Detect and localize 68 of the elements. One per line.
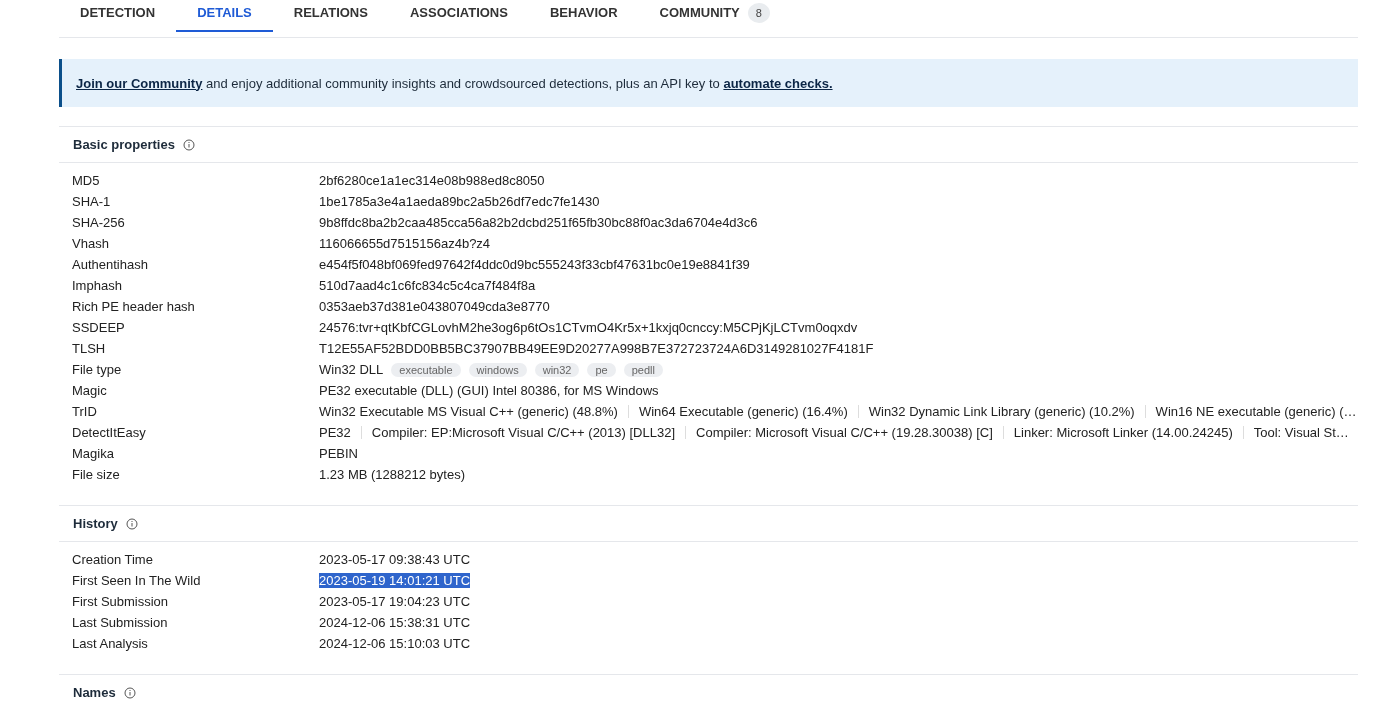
property-value: Tool: Visual St… <box>1253 425 1349 440</box>
property-label: SHA-256 <box>71 215 126 230</box>
property-label: Rich PE header hash <box>71 299 196 314</box>
info-icon <box>182 138 195 151</box>
property-label: File size <box>71 467 121 482</box>
tab[interactable]: BEHAVIOR <box>528 0 639 32</box>
property-value: Win32 DLL <box>319 362 384 377</box>
property-value: PE32 executable (DLL) (GUI) Intel 80386, for MS Windows <box>319 383 659 398</box>
tab[interactable]: RELATIONS <box>272 0 389 32</box>
property-value: PE32 <box>319 425 351 440</box>
property-label: Magic <box>71 383 108 398</box>
property-value: 510d7aad4c1c6fc834c5c4ca7f484f8a <box>319 278 536 293</box>
property-value: 9b8ffdc8ba2b2caa485cca56a82b2dcbd251f65fb30bc88f0ac3da6704e4d3c6 <box>319 215 758 230</box>
tag[interactable]: windows <box>468 362 527 377</box>
property-value: Win16 NE executable (generic) (… <box>1155 404 1357 419</box>
property-label: DetectItEasy <box>71 425 147 440</box>
property-label: Last Analysis <box>71 636 149 651</box>
property-value: 0353aeb37d381e043807049cda3e8770 <box>319 299 550 314</box>
property-value: Win64 Executable (generic) (16.4%) <box>638 404 848 419</box>
property-label: Imphash <box>71 278 123 293</box>
property-value: 2023-05-19 14:01:21 UTC <box>319 573 471 588</box>
tab[interactable]: ASSOCIATIONS <box>388 0 529 32</box>
link[interactable]: Join our Community <box>76 75 203 91</box>
property-value: 2023-05-17 19:04:23 UTC <box>319 594 471 609</box>
tag[interactable]: pedll <box>623 362 663 377</box>
property-label: First Submission <box>71 594 170 609</box>
tag[interactable]: pe <box>587 362 616 377</box>
property-value: 1be1785a3e4a1aeda89bc2a5b26df7edc7fe1430 <box>319 194 600 209</box>
property-label: TLSH <box>71 341 107 356</box>
property-label: MD5 <box>71 173 101 188</box>
section-title: Basic properties <box>73 137 175 152</box>
property-value: e454f5f048bf069fed97642f4ddc0d9bc555243f33cbf47631bc0e19e8841f39 <box>319 257 750 272</box>
property-value: Win32 Executable MS Visual C++ (generic) (48.8%) <box>319 404 618 419</box>
section-title: Names <box>73 685 116 700</box>
count-badge: 8 <box>747 3 770 23</box>
tag[interactable]: win32 <box>534 362 580 377</box>
property-value: 116066655d7515156az4b?z4 <box>319 236 491 251</box>
property-value: PEBIN <box>319 446 358 461</box>
tab[interactable]: DETECTION <box>59 0 177 32</box>
property-label: SHA-1 <box>71 194 112 209</box>
property-value: 2bf6280ce1a1ec314e08b988ed8c8050 <box>319 173 545 188</box>
property-label: First Seen In The Wild <box>71 573 202 588</box>
tag[interactable]: executable <box>391 362 461 377</box>
property-value: Compiler: Microsoft Visual C/C++ (19.28.30038) [C] <box>696 425 993 440</box>
property-value: 24576:tvr+qtKbfCGLovhM2he3og6p6tOs1CTvmO4Kr5x+1kxjq0cnccy:M5CPjKjLCTvm0oqxdv <box>319 320 858 335</box>
property-value: T12E55AF52BDD0BB5BC37907BB49EE9D20277A998B7E372723724A6D3149281027F4181F <box>319 341 874 356</box>
property-value: Compiler: EP:Microsoft Visual C/C++ (2013) [DLL32] <box>371 425 676 440</box>
link[interactable]: automate checks. <box>723 75 833 91</box>
property-label: Vhash <box>71 236 110 251</box>
property-value: 2024-12-06 15:10:03 UTC <box>319 636 471 651</box>
section-title: History <box>73 516 118 531</box>
info-icon <box>125 517 138 530</box>
property-label: Creation Time <box>71 552 154 567</box>
property-label: SSDEEP <box>71 320 126 335</box>
banner-text: Join our Community and enjoy additional community insights and crowdsourced detections, plus an API key to automate checks. <box>76 75 833 91</box>
property-label: Last Submission <box>71 615 169 630</box>
property-label: File type <box>71 362 123 377</box>
info-icon <box>123 686 136 699</box>
property-value: Win32 Dynamic Link Library (generic) (10.2%) <box>868 404 1135 419</box>
property-label: Magika <box>71 446 115 461</box>
tab[interactable]: DETAILS <box>176 0 273 32</box>
property-label: Authentihash <box>71 257 149 272</box>
tab[interactable]: COMMUNITY 8 <box>638 0 791 32</box>
property-value: 1.23 MB (1288212 bytes) <box>319 467 465 482</box>
property-value: 2023-05-17 09:38:43 UTC <box>319 552 471 567</box>
property-value: 2024-12-06 15:38:31 UTC <box>319 615 471 630</box>
property-label: TrID <box>71 404 98 419</box>
property-value: Linker: Microsoft Linker (14.00.24245) <box>1013 425 1233 440</box>
